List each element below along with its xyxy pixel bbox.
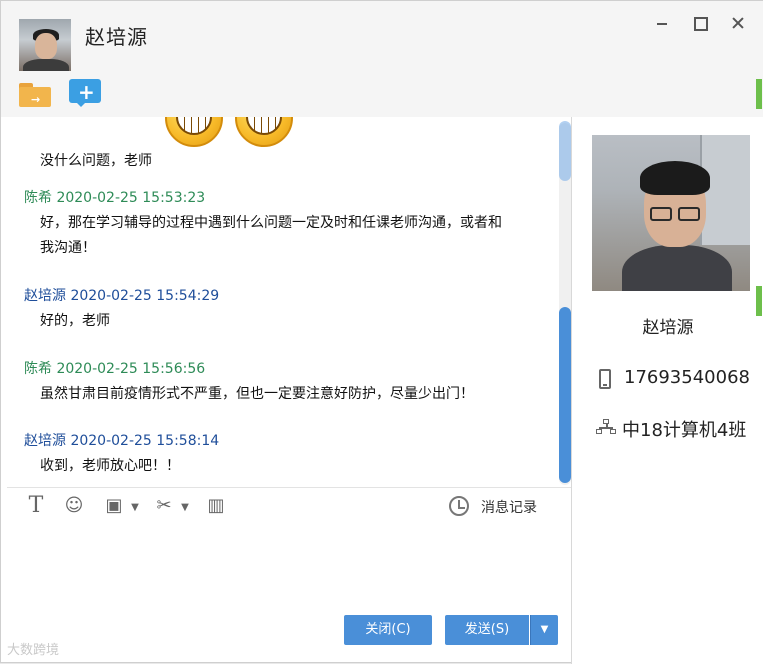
close-button[interactable]: 关闭(C) xyxy=(344,615,432,645)
message-timestamp: 2020-02-25 15:56:56 xyxy=(56,361,206,377)
folder-transfer-icon[interactable]: → xyxy=(19,81,51,109)
font-icon[interactable]: T xyxy=(25,495,47,517)
close-icon[interactable] xyxy=(730,15,746,31)
watermark: 大数跨境 xyxy=(7,643,60,658)
contact-avatar[interactable] xyxy=(19,19,71,71)
message-timestamp: 2020-02-25 15:53:23 xyxy=(56,190,206,206)
profile-photo xyxy=(592,135,750,291)
contact-info-panel: 赵培源 17693540068 中18计算机4班 xyxy=(572,117,763,664)
emoji-icon[interactable]: ☺ xyxy=(63,496,85,516)
sender-name: 赵培源 xyxy=(24,433,66,449)
message-header: 陈希 2020-02-25 15:53:23 xyxy=(24,187,205,207)
message-text: 我沟通！ xyxy=(40,240,96,256)
scrollbar-thumb[interactable] xyxy=(559,307,571,483)
message-header: 赵培源 2020-02-25 15:58:14 xyxy=(24,430,219,450)
chat-window: 赵培源 → + 没什么问题，老师 陈希 2020-02-25 15:53:23 … xyxy=(0,0,763,664)
message-history[interactable]: 没什么问题，老师 陈希 2020-02-25 15:53:23 好，那在学习辅导… xyxy=(7,117,572,487)
message-header: 陈希 2020-02-25 15:56:56 xyxy=(24,358,205,378)
message-text: 好，那在学习辅导的过程中遇到什么问题一定及时和任课老师沟通，或者和 xyxy=(40,215,502,231)
send-button[interactable]: 发送(S) xyxy=(445,615,529,645)
message-text: 好的，老师 xyxy=(40,313,110,329)
send-options-button[interactable]: ▼ xyxy=(530,615,558,645)
window-shake-icon[interactable]: ▥ xyxy=(205,496,227,516)
phone-number: 17693540068 xyxy=(624,367,750,388)
add-chat-icon[interactable]: + xyxy=(69,79,101,107)
grin-emoji-icon xyxy=(165,117,223,147)
emoji-sticker xyxy=(165,117,293,147)
chevron-down-icon[interactable]: ▼ xyxy=(129,498,141,518)
message-text: 没什么问题，老师 xyxy=(40,153,152,169)
sender-name: 陈希 xyxy=(24,361,52,377)
profile-name: 赵培源 xyxy=(642,318,694,338)
clock-icon[interactable] xyxy=(449,496,469,516)
minimize-icon[interactable] xyxy=(654,15,670,31)
title-bar: 赵培源 → + xyxy=(1,1,763,117)
message-header: 赵培源 2020-02-25 15:54:29 xyxy=(24,285,219,305)
message-text: 收到，老师放心吧！！ xyxy=(40,458,180,474)
screenshot-icon[interactable]: ✂ xyxy=(153,496,175,516)
background-window-edge xyxy=(756,286,762,316)
image-icon[interactable]: ▣ xyxy=(103,496,125,516)
sender-name: 赵培源 xyxy=(24,288,66,304)
chevron-down-icon[interactable]: ▼ xyxy=(179,498,191,518)
grin-emoji-icon xyxy=(235,117,293,147)
message-timestamp: 2020-02-25 15:54:29 xyxy=(70,288,220,304)
message-history-button[interactable]: 消息记录 xyxy=(481,497,537,517)
scrollbar-track-highlight xyxy=(559,121,571,181)
window-title: 赵培源 xyxy=(85,25,148,49)
phone-icon xyxy=(599,369,611,389)
org-chart-icon xyxy=(596,419,616,435)
message-text: 虽然甘肃目前疫情形式不严重，但也一定要注意好防护，尽量少出门！ xyxy=(40,386,474,402)
class-name: 中18计算机4班 xyxy=(622,420,747,441)
input-toolbar: T ☺ ▣ ▼ ✂ ▼ ▥ 消息记录 xyxy=(7,487,572,523)
window-controls xyxy=(654,15,746,31)
message-input[interactable] xyxy=(7,523,572,611)
sender-name: 陈希 xyxy=(24,190,52,206)
background-window-edge xyxy=(756,79,762,109)
message-timestamp: 2020-02-25 15:58:14 xyxy=(70,433,220,449)
maximize-icon[interactable] xyxy=(692,15,708,31)
